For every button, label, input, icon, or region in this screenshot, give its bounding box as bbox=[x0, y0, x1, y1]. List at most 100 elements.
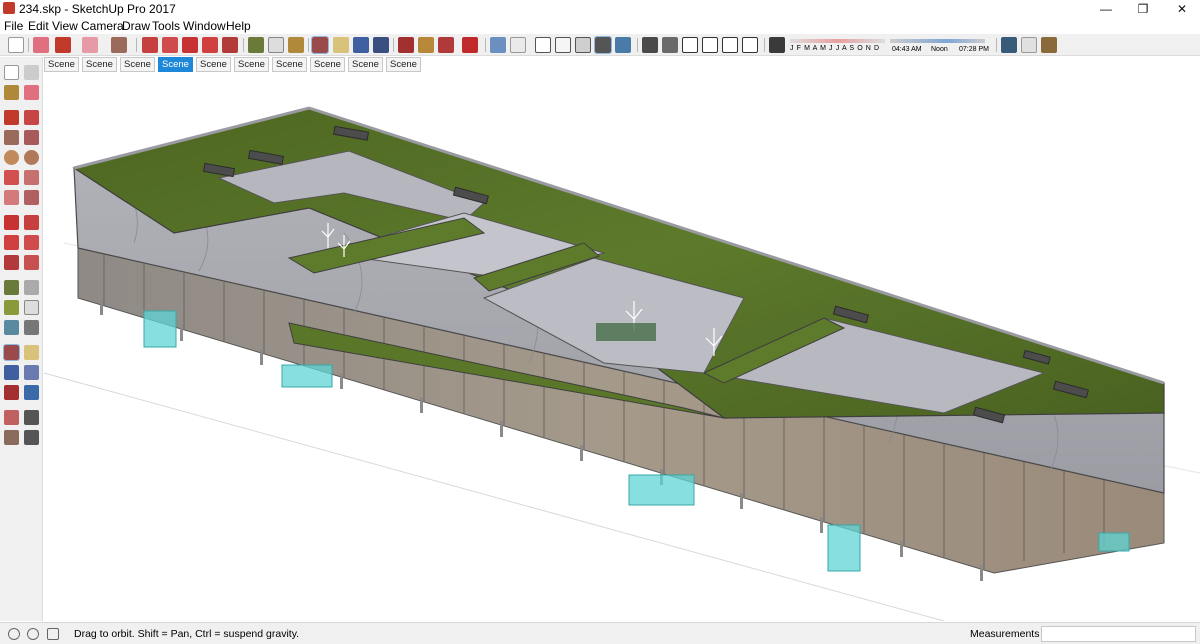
orbit-icon[interactable] bbox=[311, 36, 329, 54]
section-plane-icon[interactable] bbox=[1001, 37, 1017, 53]
zoom-extents-icon[interactable] bbox=[4, 385, 19, 400]
warehouse-icon[interactable] bbox=[398, 37, 414, 53]
rotate-icon[interactable] bbox=[4, 235, 19, 250]
tape-measure-icon[interactable] bbox=[4, 280, 19, 295]
maximize-button[interactable]: ❐ bbox=[1125, 0, 1161, 18]
circle-icon[interactable] bbox=[4, 150, 19, 165]
text-icon[interactable] bbox=[268, 37, 284, 53]
protractor-icon[interactable] bbox=[4, 300, 19, 315]
tab-scene-2[interactable]: Scene 2 bbox=[82, 57, 117, 84]
zoom-extents-icon[interactable] bbox=[373, 37, 389, 53]
paint-bucket-icon[interactable] bbox=[4, 85, 19, 100]
tab-scene-9[interactable]: Scene 9 bbox=[348, 57, 383, 84]
menu-view[interactable]: View bbox=[52, 19, 78, 33]
text-icon[interactable] bbox=[24, 300, 39, 315]
right-view-icon[interactable] bbox=[702, 37, 718, 53]
rotate-icon[interactable] bbox=[202, 37, 218, 53]
pan-icon[interactable] bbox=[333, 37, 349, 53]
tab-scene-3[interactable]: Scene 3 bbox=[120, 57, 155, 84]
menu-tools[interactable]: Tools bbox=[152, 19, 180, 33]
time-slider[interactable] bbox=[890, 39, 985, 43]
shaded-textures-icon[interactable] bbox=[594, 36, 612, 54]
tab-scene-6[interactable]: Scene 6 bbox=[234, 57, 269, 84]
credits-icon[interactable] bbox=[27, 628, 39, 640]
shapes-icon[interactable] bbox=[82, 37, 98, 53]
minimize-button[interactable]: — bbox=[1088, 0, 1124, 18]
tab-scene-5[interactable]: Scene 5 bbox=[196, 57, 231, 84]
close-button[interactable]: ✕ bbox=[1164, 0, 1200, 18]
position-camera-icon[interactable] bbox=[4, 410, 19, 425]
eraser-icon[interactable] bbox=[33, 37, 49, 53]
tab-scene-8[interactable]: Scene 8 bbox=[310, 57, 345, 84]
tape-measure-icon[interactable] bbox=[248, 37, 264, 53]
iso-view-icon[interactable] bbox=[642, 37, 658, 53]
scale-icon[interactable] bbox=[4, 255, 19, 270]
extension-warehouse-icon[interactable] bbox=[438, 37, 454, 53]
section-plane-icon[interactable] bbox=[24, 430, 39, 445]
left-view-icon[interactable] bbox=[742, 37, 758, 53]
layout-icon[interactable] bbox=[462, 37, 478, 53]
paint-bucket-icon[interactable] bbox=[288, 37, 304, 53]
rectangle-icon[interactable] bbox=[4, 130, 19, 145]
offset-icon[interactable] bbox=[24, 255, 39, 270]
menu-window[interactable]: Window bbox=[183, 19, 226, 33]
shadows-toggle-icon[interactable] bbox=[769, 37, 785, 53]
zoom-icon[interactable] bbox=[353, 37, 369, 53]
shaded-icon[interactable] bbox=[575, 37, 591, 53]
make-component-icon[interactable] bbox=[24, 65, 39, 80]
select-icon[interactable] bbox=[8, 37, 24, 53]
menu-edit[interactable]: Edit bbox=[28, 19, 49, 33]
follow-me-icon[interactable] bbox=[162, 37, 178, 53]
monochrome-icon[interactable] bbox=[615, 37, 631, 53]
eraser-icon[interactable] bbox=[24, 85, 39, 100]
3d-text-icon[interactable] bbox=[24, 320, 39, 335]
menu-draw[interactable]: Draw bbox=[122, 19, 150, 33]
pan-icon[interactable] bbox=[24, 345, 39, 360]
rectangle-icon[interactable] bbox=[111, 37, 127, 53]
push-pull-icon[interactable] bbox=[142, 37, 158, 53]
freehand-icon[interactable] bbox=[24, 110, 39, 125]
model-viewport[interactable] bbox=[44, 73, 1200, 621]
look-around-icon[interactable] bbox=[24, 410, 39, 425]
axes-icon[interactable] bbox=[4, 320, 19, 335]
move-icon[interactable] bbox=[4, 215, 19, 230]
geo-location-icon[interactable] bbox=[8, 628, 20, 640]
pencil-icon[interactable] bbox=[55, 37, 71, 53]
user-icon[interactable] bbox=[47, 628, 59, 640]
back-view-icon[interactable] bbox=[722, 37, 738, 53]
arc-icon[interactable] bbox=[4, 170, 19, 185]
menu-camera[interactable]: Camera bbox=[81, 19, 124, 33]
tab-scene-7[interactable]: Scene 7 bbox=[272, 57, 307, 84]
push-pull-icon[interactable] bbox=[24, 215, 39, 230]
previous-view-icon[interactable] bbox=[24, 385, 39, 400]
add-location-icon[interactable] bbox=[1041, 37, 1057, 53]
dimension-icon[interactable] bbox=[24, 280, 39, 295]
rotated-rectangle-icon[interactable] bbox=[24, 130, 39, 145]
measurements-input[interactable] bbox=[1041, 626, 1196, 642]
wireframe-icon[interactable] bbox=[535, 37, 551, 53]
polygon-icon[interactable] bbox=[24, 150, 39, 165]
top-view-icon[interactable] bbox=[662, 37, 678, 53]
hidden-line-icon[interactable] bbox=[555, 37, 571, 53]
scale-icon[interactable] bbox=[222, 37, 238, 53]
line-icon[interactable] bbox=[4, 110, 19, 125]
tab-scene-1[interactable]: Scene 1 bbox=[44, 57, 79, 84]
xray-icon[interactable] bbox=[490, 37, 506, 53]
follow-me-icon[interactable] bbox=[24, 235, 39, 250]
share-model-icon[interactable] bbox=[418, 37, 434, 53]
front-view-icon[interactable] bbox=[682, 37, 698, 53]
walk-icon[interactable] bbox=[4, 430, 19, 445]
section-display-icon[interactable] bbox=[1021, 37, 1037, 53]
month-slider[interactable] bbox=[790, 39, 885, 43]
menu-file[interactable]: File bbox=[4, 19, 23, 33]
select-icon[interactable] bbox=[4, 65, 19, 80]
zoom-icon[interactable] bbox=[4, 365, 19, 380]
move-icon[interactable] bbox=[182, 37, 198, 53]
tab-scene-4[interactable]: Scene 4 bbox=[158, 57, 193, 84]
zoom-window-icon[interactable] bbox=[24, 365, 39, 380]
orbit-icon[interactable] bbox=[3, 344, 20, 361]
tab-scene-10[interactable]: Scene 10 bbox=[386, 57, 421, 84]
pie-icon[interactable] bbox=[24, 190, 39, 205]
menu-help[interactable]: Help bbox=[226, 19, 251, 33]
back-edges-icon[interactable] bbox=[510, 37, 526, 53]
